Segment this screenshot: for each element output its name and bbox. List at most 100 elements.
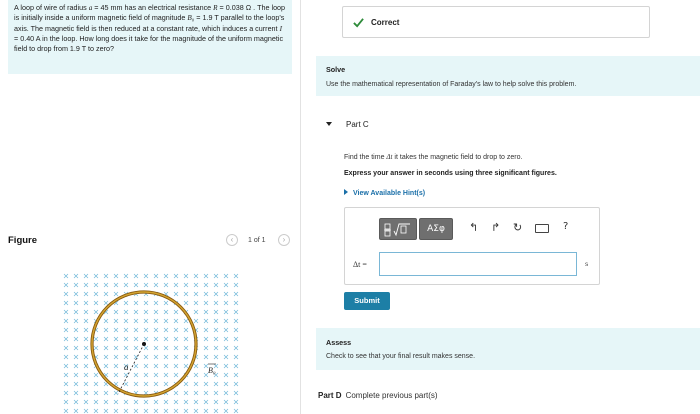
field-x-mark <box>193 318 199 324</box>
field-x-mark <box>183 354 189 360</box>
fraction-sqrt-icon[interactable] <box>379 218 417 240</box>
field-x-mark <box>183 291 189 297</box>
field-x-mark <box>123 300 129 306</box>
field-x-mark <box>103 300 109 306</box>
chevron-right-icon[interactable]: › <box>278 234 290 246</box>
help-button[interactable]: ? <box>563 221 568 232</box>
field-x-mark <box>83 327 89 333</box>
field-x-mark <box>123 318 129 324</box>
field-x-mark <box>83 282 89 288</box>
part-d-status: Complete previous part(s) <box>345 391 438 400</box>
solve-section: Solve Use the mathematical representatio… <box>316 56 700 96</box>
field-x-mark <box>163 282 169 288</box>
field-x-mark <box>153 345 159 351</box>
radius-line <box>117 343 145 395</box>
field-x-mark <box>203 327 209 333</box>
field-x-mark <box>173 345 179 351</box>
field-x-mark <box>233 372 239 378</box>
collapse-triangle-icon[interactable] <box>326 122 332 126</box>
field-x-mark <box>233 354 239 360</box>
field-x-mark <box>203 345 209 351</box>
field-x-mark <box>153 399 159 405</box>
submit-button[interactable]: Submit <box>344 292 390 310</box>
field-x-mark <box>113 390 119 396</box>
field-x-mark <box>93 408 99 414</box>
part-d-label: Part D <box>318 391 342 400</box>
chevron-left-icon[interactable]: ‹ <box>226 234 238 246</box>
field-x-mark <box>223 300 229 306</box>
field-x-mark <box>203 291 209 297</box>
feedback-box: Correct <box>342 6 650 38</box>
field-x-mark <box>183 408 189 414</box>
field-x-mark <box>93 390 99 396</box>
field-x-mark <box>223 273 229 279</box>
field-x-mark <box>113 408 119 414</box>
part-c-label[interactable]: Part C <box>346 120 369 129</box>
field-x-mark <box>153 273 159 279</box>
field-x-mark <box>213 381 219 387</box>
field-x-mark <box>83 408 89 414</box>
assess-title: Assess <box>326 338 352 347</box>
field-x-mark <box>123 345 129 351</box>
field-x-mark <box>163 273 169 279</box>
field-x-mark <box>73 390 79 396</box>
field-x-mark <box>123 399 129 405</box>
field-x-mark <box>193 363 199 369</box>
field-x-mark <box>103 318 109 324</box>
field-x-mark <box>133 408 139 414</box>
field-x-mark <box>203 282 209 288</box>
field-x-mark <box>73 300 79 306</box>
undo-icon[interactable]: ↰ <box>469 221 478 234</box>
answer-input[interactable] <box>379 252 577 276</box>
field-x-mark <box>103 354 109 360</box>
field-x-mark <box>213 300 219 306</box>
field-x-mark <box>103 336 109 342</box>
field-x-mark <box>73 381 79 387</box>
field-x-mark <box>93 381 99 387</box>
field-x-mark <box>223 282 229 288</box>
redo-icon[interactable]: ↱ <box>491 221 500 234</box>
reset-icon[interactable]: ↻ <box>513 221 522 234</box>
field-x-mark <box>193 282 199 288</box>
field-x-mark <box>143 336 149 342</box>
radius-label: a <box>124 362 129 372</box>
field-x-mark <box>113 363 119 369</box>
field-x-mark <box>63 390 69 396</box>
field-x-mark <box>183 363 189 369</box>
field-x-mark <box>233 390 239 396</box>
field-x-mark <box>93 336 99 342</box>
field-x-mark <box>233 318 239 324</box>
field-x-mark <box>123 408 129 414</box>
field-x-mark <box>173 273 179 279</box>
field-x-mark <box>63 372 69 378</box>
keyboard-icon[interactable] <box>535 224 549 233</box>
field-x-mark <box>103 273 109 279</box>
field-x-mark <box>113 345 119 351</box>
field-x-mark <box>133 282 139 288</box>
field-x-mark <box>143 300 149 306</box>
hint-link[interactable]: View Available Hint(s) <box>344 189 425 197</box>
field-x-mark <box>73 327 79 333</box>
field-x-mark <box>203 408 209 414</box>
field-x-mark <box>213 399 219 405</box>
field-x-mark <box>183 399 189 405</box>
field-x-mark <box>223 363 229 369</box>
field-x-mark <box>233 381 239 387</box>
field-x-mark <box>183 318 189 324</box>
field-x-mark <box>73 336 79 342</box>
field-x-mark <box>133 399 139 405</box>
field-x-mark <box>163 318 169 324</box>
field-x-mark <box>213 318 219 324</box>
field-x-mark <box>63 408 69 414</box>
part-c-question: Find the time Δt it takes the magnetic f… <box>344 153 523 161</box>
field-x-mark <box>143 372 149 378</box>
field-x-mark <box>203 399 209 405</box>
field-x-mark <box>233 345 239 351</box>
field-x-mark <box>73 273 79 279</box>
field-x-mark <box>113 282 119 288</box>
symbols-button[interactable]: ΑΣφ <box>419 218 453 240</box>
field-x-mark <box>103 390 109 396</box>
field-x-mark <box>93 282 99 288</box>
field-x-mark <box>73 354 79 360</box>
field-x-mark <box>83 309 89 315</box>
